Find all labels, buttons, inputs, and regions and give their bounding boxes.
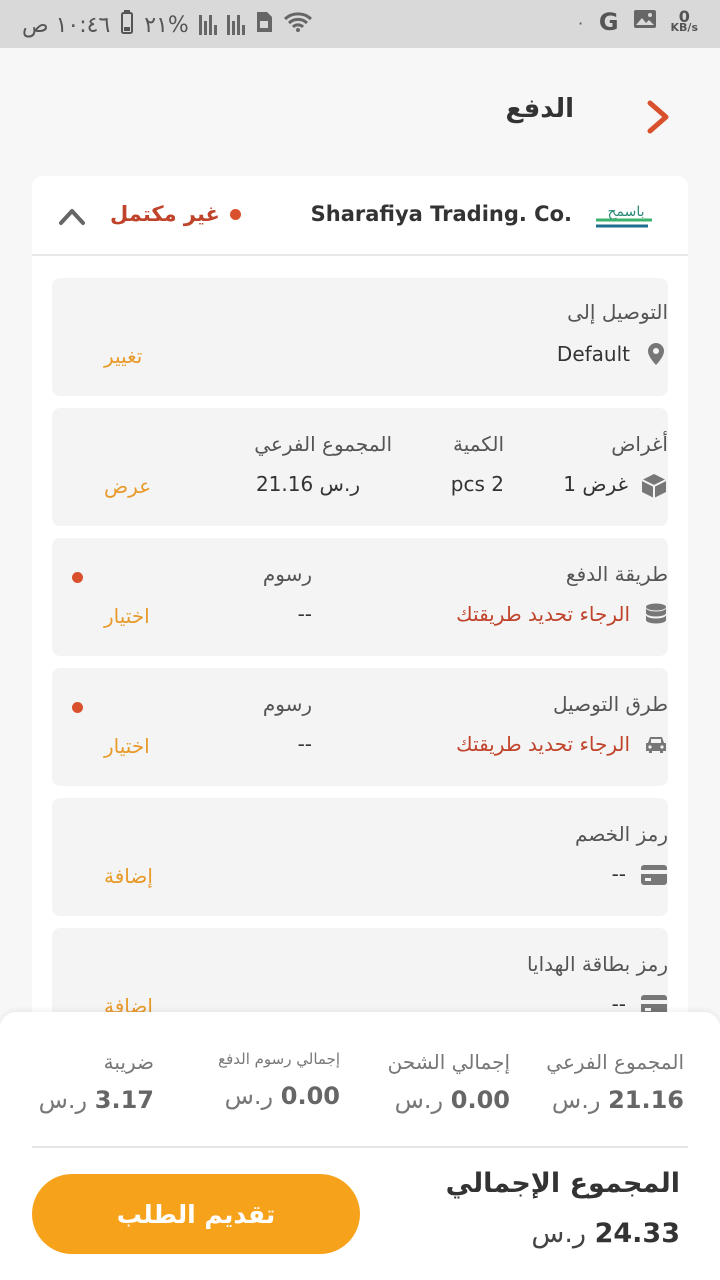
net-speed-unit: KB/s — [670, 21, 698, 34]
shipping-value: الرجاء تحديد طريقتك — [456, 732, 630, 756]
delivery-label: التوصيل إلى — [52, 300, 668, 324]
battery-level: ٢١% — [144, 12, 189, 38]
signal-icon — [198, 15, 217, 35]
summary-payfee-label: إجمالي رسوم الدفع — [218, 1050, 340, 1068]
summary-subtotal-value: 21.16 — [608, 1086, 684, 1114]
coins-icon — [646, 603, 666, 624]
header: الدفع — [0, 48, 720, 176]
quantity-value: pcs 2 — [450, 472, 504, 496]
status-label: غير مكتمل — [110, 202, 220, 226]
subtotal-value: ر.س 21.16 — [255, 472, 360, 496]
status-left: ١٠:٤٦ ص ٢١% — [22, 10, 313, 40]
items-section: أغراض 1 غرض الكمية pcs 2 المجموع الفرعي … — [52, 408, 668, 526]
change-address-button[interactable]: تغيير — [104, 344, 142, 368]
choose-shipping-button[interactable]: اختيار — [104, 734, 150, 758]
summary-shipping-amount: 0.00 ر.س — [388, 1086, 510, 1114]
subtotal-label: المجموع الفرعي — [254, 432, 392, 456]
status-right: ٠ G 0 KB/s — [576, 8, 698, 36]
summary-tax-amount: 3.17 ر.س — [39, 1086, 154, 1114]
location-pin-icon — [648, 343, 664, 365]
divider — [32, 1146, 688, 1148]
summary-shipping-label: إجمالي الشحن — [387, 1050, 510, 1074]
currency: ر.س — [38, 1086, 88, 1114]
net-speed: 0 KB/s — [670, 9, 698, 34]
currency: ر.س — [531, 1218, 586, 1249]
status-bar: ١٠:٤٦ ص ٢١% ٠ G 0 KB/s — [0, 0, 720, 48]
signal-2-icon — [226, 15, 245, 35]
currency: ر.س — [551, 1086, 601, 1114]
summary-shipping: إجمالي الشحن 0.00 ر.س — [388, 1050, 510, 1114]
chevron-up-icon[interactable] — [58, 206, 86, 226]
summary-tax: ضريبة 3.17 ر.س — [39, 1050, 154, 1114]
view-items-button[interactable]: عرض — [104, 474, 151, 498]
payment-fee-value: -- — [297, 602, 312, 626]
items-label: أغراض — [611, 432, 668, 456]
summary-subtotal-amount: 21.16 ر.س — [546, 1086, 684, 1114]
currency: ر.س — [224, 1082, 274, 1110]
card-icon — [641, 865, 667, 885]
quantity-label: الكمية — [452, 432, 504, 456]
shipping-label: طرق التوصيل — [552, 692, 668, 716]
box-icon — [641, 474, 667, 498]
items-value: 1 غرض — [563, 472, 628, 496]
summary-payment-fee: إجمالي رسوم الدفع 0.00 ر.س — [218, 1050, 340, 1110]
notification-dot: ٠ — [576, 12, 585, 32]
gallery-icon — [633, 9, 657, 35]
delivery-value: Default — [556, 342, 630, 366]
order-summary: المجموع الفرعي 21.16 ر.س إجمالي الشحن 0.… — [0, 1012, 720, 1280]
shop-logo-text: باسمح — [607, 204, 644, 220]
shop-status: غير مكتمل — [110, 202, 241, 226]
add-discount-button[interactable]: إضافة — [104, 864, 153, 888]
payment-section: طريقة الدفع الرجاء تحديد طريقتك رسوم -- … — [52, 538, 668, 656]
shipping-fee-value: -- — [297, 732, 312, 756]
page-title: الدفع — [505, 94, 574, 124]
grand-total-value: 24.33 — [594, 1218, 680, 1249]
giftcard-label: رمز بطاقة الهدايا — [526, 952, 668, 976]
grand-total-amount: 24.33 ر.س — [531, 1218, 680, 1249]
shop-header[interactable]: باسمح Sharafiya Trading. Co. غير مكتمل — [32, 176, 688, 256]
shop-name: Sharafiya Trading. Co. — [310, 202, 572, 226]
discount-value: -- — [611, 862, 626, 886]
choose-payment-button[interactable]: اختيار — [104, 604, 150, 628]
delivery-section: التوصيل إلى Default تغيير — [52, 278, 668, 396]
payment-alert-dot — [72, 572, 83, 583]
battery-icon — [120, 10, 134, 40]
payment-label: طريقة الدفع — [565, 562, 668, 586]
summary-tax-value: 3.17 — [94, 1086, 154, 1114]
summary-payfee-value: 0.00 — [280, 1082, 340, 1110]
sim-icon — [255, 11, 273, 39]
summary-subtotal-label: المجموع الفرعي — [546, 1050, 684, 1074]
chevron-right-icon[interactable] — [644, 100, 672, 134]
currency: ر.س — [394, 1086, 444, 1114]
summary-shipping-value: 0.00 — [450, 1086, 510, 1114]
wifi-icon — [283, 11, 313, 39]
summary-payfee-amount: 0.00 ر.س — [218, 1082, 340, 1110]
shipping-section: طرق التوصيل الرجاء تحديد طريقتك رسوم -- … — [52, 668, 668, 786]
clock: ١٠:٤٦ ص — [22, 12, 111, 38]
delivery-label-text: التوصيل إلى — [567, 300, 668, 324]
submit-order-button[interactable]: تقديم الطلب — [32, 1174, 360, 1254]
grand-total-label: المجموع الإجمالي — [445, 1168, 680, 1199]
summary-subtotal: المجموع الفرعي 21.16 ر.س — [546, 1050, 684, 1114]
payment-value: الرجاء تحديد طريقتك — [456, 602, 630, 626]
shipping-fee-label: رسوم — [262, 692, 312, 716]
status-dot — [229, 208, 241, 220]
summary-tax-label: ضريبة — [103, 1050, 154, 1074]
discount-section: رمز الخصم -- إضافة — [52, 798, 668, 916]
payment-fee-label: رسوم — [262, 562, 312, 586]
shop-logo: باسمح — [588, 190, 660, 242]
discount-label: رمز الخصم — [575, 822, 668, 846]
car-icon — [646, 737, 666, 753]
google-icon: G — [598, 8, 619, 36]
shipping-alert-dot — [72, 702, 83, 713]
